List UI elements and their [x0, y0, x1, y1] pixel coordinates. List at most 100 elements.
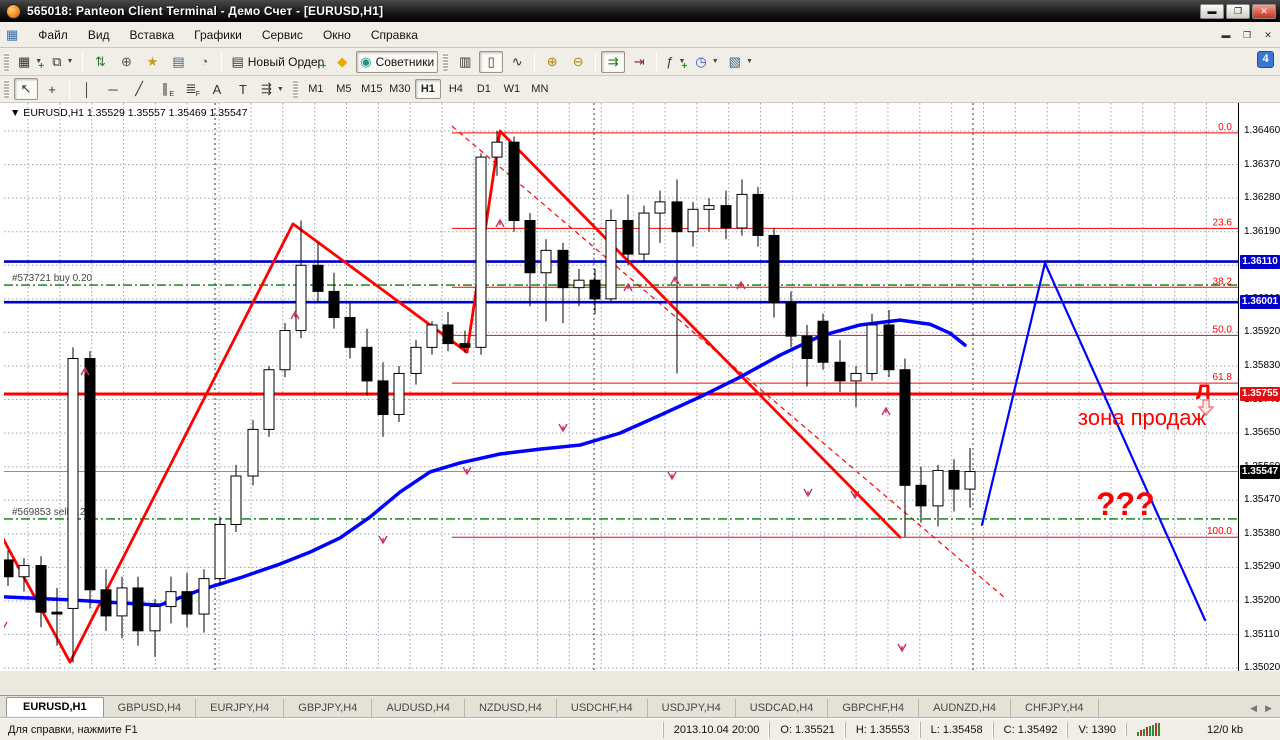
symbol-tab-eurusd[interactable]: EURUSD,H1 [6, 697, 104, 718]
hline-tool-button[interactable]: ─ [101, 78, 125, 100]
zoom-in-button[interactable]: ⊕ [540, 51, 564, 73]
timeframe-w1[interactable]: W1 [499, 79, 525, 99]
restore-button[interactable]: ❐ [1226, 3, 1250, 19]
price-tick-label: 1.35830 [1244, 359, 1280, 371]
strategy-tester-button[interactable]: ◔ [192, 51, 216, 73]
zoom-out-button[interactable]: ⊖ [566, 51, 590, 73]
text-tool-button[interactable]: A [205, 78, 229, 100]
tabs-scroll-left-icon[interactable]: ◀ [1250, 703, 1257, 714]
candle-body [279, 330, 291, 371]
channel-tool-button[interactable]: ∥ E [153, 78, 177, 100]
app-logo-icon [6, 3, 21, 19]
fibonacci-tool-button[interactable]: ≣ F [179, 78, 203, 100]
trendline-tool-button[interactable]: ╱ [127, 78, 151, 100]
timeframe-m30[interactable]: M30 [387, 79, 413, 99]
crosshair-tool-button[interactable]: + [40, 78, 64, 100]
minimize-button[interactable]: ▬ [1200, 3, 1224, 19]
templates-button[interactable]: ▧ ▼ [725, 51, 757, 73]
menu-графики[interactable]: Графики [184, 24, 252, 46]
candle-body [540, 249, 552, 274]
cursor-tool-button[interactable]: ↖ [14, 78, 38, 100]
trade-label: #569853 sell 0.20 [12, 507, 91, 518]
label-tool-button[interactable]: T [231, 78, 255, 100]
fractal-down-icon [897, 643, 907, 653]
chevron-down-icon[interactable]: ▼ [746, 58, 753, 65]
menu-вид[interactable]: Вид [78, 24, 120, 46]
candle-body [35, 565, 47, 613]
mt4-window: 565018: Panteon Client Terminal - Демо С… [0, 0, 1280, 740]
notification-badge[interactable]: 4 [1257, 51, 1274, 68]
chart-shift-button[interactable]: ⇥ [627, 51, 651, 73]
chart-line-button[interactable]: ∿ [505, 51, 529, 73]
market-watch-icon: ⇅ [95, 53, 106, 69]
chart-candles-icon: ▯ [487, 53, 495, 69]
data-window-button[interactable]: ⊕ [114, 51, 138, 73]
chevron-down-icon[interactable]: ▼ [712, 58, 719, 65]
chart-canvas[interactable]: 0.023.638.250.061.8100.0#573721 buy 0.20… [4, 103, 1238, 671]
candle-body [312, 264, 324, 292]
periods-icon: ◷ [695, 53, 707, 69]
symbol-tab-eurjpy[interactable]: EURJPY,H4 [196, 699, 285, 718]
menu-справка[interactable]: Справка [361, 24, 428, 46]
metaeditor-button[interactable]: ◆ [330, 51, 354, 73]
symbol-tab-chfjpy[interactable]: CHFJPY,H4 [1011, 699, 1099, 718]
symbol-tab-audusd[interactable]: AUDUSD,H4 [372, 699, 465, 718]
indicators-icon: ƒ [666, 54, 674, 69]
close-button[interactable]: ✕ [1252, 3, 1276, 19]
child-close-button[interactable]: ✕ [1259, 27, 1277, 43]
timeframe-h1[interactable]: H1 [414, 79, 441, 99]
new-order-button[interactable]: ▤ + Новый Ордер [227, 51, 328, 73]
menu-окно[interactable]: Окно [313, 24, 361, 46]
menu-вставка[interactable]: Вставка [120, 24, 185, 46]
symbol-tab-gbpchf[interactable]: GBPCHF,H4 [828, 699, 920, 718]
candle-body [720, 205, 732, 229]
terminal-button[interactable]: ▤ [166, 51, 190, 73]
symbol-tab-usdjpy[interactable]: USDJPY,H4 [648, 699, 736, 718]
timeframe-m5[interactable]: M5 [331, 79, 357, 99]
symbol-tab-usdcad[interactable]: USDCAD,H4 [736, 699, 829, 718]
market-watch-button[interactable]: ⇅ [88, 51, 112, 73]
chevron-down-icon[interactable]: ▼ [67, 58, 74, 65]
chart-system-icon[interactable]: ▦ [6, 27, 18, 43]
indicators-button[interactable]: ƒ + ▼ [662, 51, 689, 73]
chart-bars-button[interactable]: ▥ [453, 51, 477, 73]
timeframe-m15[interactable]: M15 [359, 79, 385, 99]
arrows-tool-button[interactable]: ⇶ ▼ [257, 78, 288, 100]
candle-body [964, 471, 976, 490]
navigator-button[interactable]: ★ [140, 51, 164, 73]
symbol-tab-audnzd[interactable]: AUDNZD,H4 [919, 699, 1012, 718]
timeframe-mn[interactable]: MN [527, 79, 553, 99]
toolbar-grip[interactable] [4, 80, 9, 98]
child-restore-button[interactable]: ❐ [1238, 27, 1256, 43]
symbol-tab-gbpjpy[interactable]: GBPJPY,H4 [284, 699, 373, 718]
profiles-button[interactable]: ⧉ ▼ [48, 51, 77, 73]
auto-scroll-icon: ⇉ [607, 53, 619, 69]
tabs-scroll-right-icon[interactable]: ▶ [1265, 703, 1272, 714]
periods-button[interactable]: ◷ ▼ [691, 51, 722, 73]
symbol-tab-nzdusd[interactable]: NZDUSD,H4 [465, 699, 557, 718]
menu-сервис[interactable]: Сервис [252, 24, 313, 46]
auto-scroll-button[interactable]: ⇉ [601, 50, 626, 73]
toolbar-grip[interactable] [443, 52, 449, 71]
candle-body [51, 611, 63, 615]
timeframe-h4[interactable]: H4 [443, 79, 469, 99]
timeframe-d1[interactable]: D1 [471, 79, 497, 99]
expert-advisors-button[interactable]: ◉ Советники [356, 50, 439, 73]
timeframe-m1[interactable]: M1 [303, 79, 329, 99]
candle-body [328, 290, 340, 318]
new-chart-button[interactable]: ▦ + ▼ [14, 51, 46, 73]
menu-файл[interactable]: Файл [28, 24, 78, 46]
symbol-tab-usdchf[interactable]: USDCHF,H4 [557, 699, 648, 718]
trade-label: #573721 buy 0.20 [12, 273, 93, 284]
toolbar-grip[interactable] [4, 52, 9, 71]
menu-items: Файл Вид Вставка Графики Сервис Окно Справка [28, 24, 428, 46]
symbol-tab-gbpusd[interactable]: GBPUSD,H4 [104, 699, 197, 718]
fractal-up-icon [881, 406, 891, 416]
chevron-down-icon[interactable]: ▼ [277, 86, 284, 93]
child-minimize-button[interactable]: ▬ [1217, 27, 1235, 43]
fractal-down-icon [4, 621, 8, 629]
toolbar-grip[interactable] [292, 80, 298, 98]
candle-body [589, 279, 601, 300]
chart-candles-button[interactable]: ▯ [479, 50, 504, 73]
vline-tool-button[interactable]: │ [75, 78, 99, 100]
